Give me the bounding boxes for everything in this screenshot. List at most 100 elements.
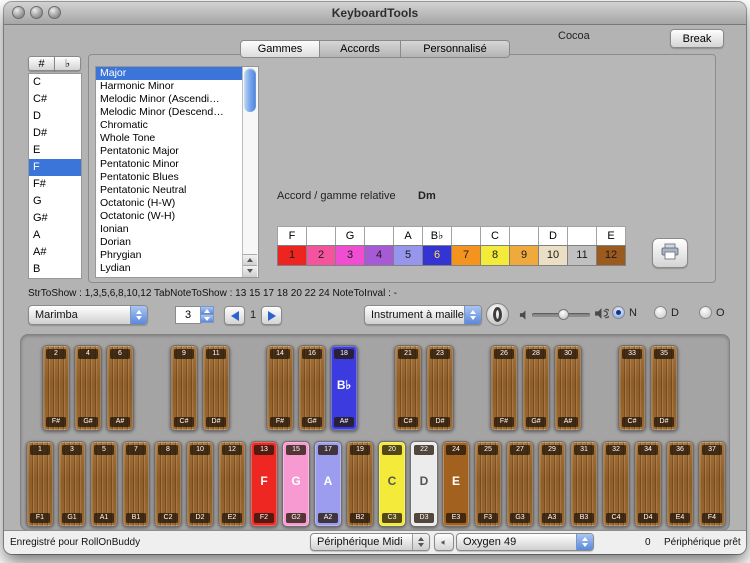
keyboard-bar-cs[interactable]: 21 C# xyxy=(394,345,422,431)
radio-d[interactable] xyxy=(654,306,667,319)
bar-number-label: 20 xyxy=(382,445,402,455)
instrument-popup[interactable]: Marimba xyxy=(28,305,148,325)
break-button[interactable]: Break xyxy=(670,29,724,48)
note-list-item[interactable]: E xyxy=(29,142,81,159)
note-list-item[interactable]: D xyxy=(29,108,81,125)
scale-list-item[interactable]: Whole Tone xyxy=(96,132,242,145)
sharp-button[interactable]: # xyxy=(28,56,55,71)
keyboard-bar-as[interactable]: 6 A# xyxy=(106,345,134,431)
note-list-item[interactable]: G# xyxy=(29,210,81,227)
print-button[interactable] xyxy=(652,238,688,268)
bar-note-label: G# xyxy=(526,417,546,427)
bar-note-label: G1 xyxy=(62,513,82,523)
device-select-popup[interactable]: Oxygen 49 xyxy=(456,533,594,551)
scale-list-item[interactable]: Lydian xyxy=(96,262,242,275)
scale-list-item[interactable]: Phrygian xyxy=(96,249,242,262)
keyboard-bar-b3[interactable]: 31 B3 xyxy=(570,441,598,527)
scale-list-scrollbar[interactable] xyxy=(242,67,258,277)
scale-degree-cell: 7 xyxy=(451,245,481,266)
bar-number-label: 8 xyxy=(158,445,178,455)
keyboard-bar-g2[interactable]: 15 G G2 xyxy=(282,441,310,527)
note-list-item[interactable]: F# xyxy=(29,176,81,193)
keyboard-bar-f3[interactable]: 25 F3 xyxy=(474,441,502,527)
note-list-item[interactable]: F xyxy=(29,159,81,176)
sound-toggle-button[interactable] xyxy=(486,303,509,326)
scale-list-item[interactable]: Ionian xyxy=(96,223,242,236)
note-list-item[interactable]: D# xyxy=(29,125,81,142)
scale-list-item[interactable]: Dorian xyxy=(96,236,242,249)
midi-sound-button[interactable] xyxy=(434,533,454,551)
keyboard-bar-fs[interactable]: 14 F# xyxy=(266,345,294,431)
keyboard-bar-f1[interactable]: 1 F1 xyxy=(26,441,54,527)
scale-list-item[interactable]: Octatonic (H-W) xyxy=(96,197,242,210)
keyboard-bar-c2[interactable]: 8 C2 xyxy=(154,441,182,527)
keyboard-bar-ds[interactable]: 35 D# xyxy=(650,345,678,431)
scale-list-item[interactable]: Pentatonic Blues xyxy=(96,171,242,184)
scroll-down-button[interactable] xyxy=(243,265,257,277)
keyboard-bar-e4[interactable]: 36 E4 xyxy=(666,441,694,527)
radio-n[interactable] xyxy=(612,306,625,319)
midi-popup-label: Périphérique Midi xyxy=(317,536,403,548)
mallet-instrument-popup[interactable]: Instrument à maillet xyxy=(364,305,482,325)
stepper-down-button[interactable] xyxy=(200,314,214,323)
note-list-item[interactable]: B xyxy=(29,261,81,278)
scale-list-item[interactable]: Melodic Minor (Descend… xyxy=(96,106,242,119)
keyboard-bar-d4[interactable]: 34 D4 xyxy=(634,441,662,527)
keyboard-bar-d2[interactable]: 10 D2 xyxy=(186,441,214,527)
keyboard-bar-ds[interactable]: 23 D# xyxy=(426,345,454,431)
keyboard-bar-a1[interactable]: 5 A1 xyxy=(90,441,118,527)
popup-arrows-icon xyxy=(464,306,481,324)
minimize-button[interactable] xyxy=(30,6,43,19)
keyboard-bar-b1[interactable]: 7 B1 xyxy=(122,441,150,527)
keyboard-bar-gs[interactable]: 16 G# xyxy=(298,345,326,431)
scale-list-item[interactable]: Chromatic xyxy=(96,119,242,132)
scale-list-item[interactable]: Pentatonic Minor xyxy=(96,158,242,171)
scrollbar-thumb[interactable] xyxy=(244,68,256,112)
keyboard-bar-e3[interactable]: 24 E E3 xyxy=(442,441,470,527)
tab-gammes[interactable]: Gammes xyxy=(240,40,320,58)
keyboard-bar-a2[interactable]: 17 A A2 xyxy=(314,441,342,527)
note-list-item[interactable]: A xyxy=(29,227,81,244)
scale-list-item[interactable]: Melodic Minor (Ascendi… xyxy=(96,93,242,106)
scale-list-item[interactable]: Harmonic Minor xyxy=(96,80,242,93)
close-button[interactable] xyxy=(12,6,25,19)
keyboard-bar-g3[interactable]: 27 G3 xyxy=(506,441,534,527)
scale-list-item[interactable]: Major xyxy=(96,67,242,80)
keyboard-bar-as[interactable]: 18 B♭ A# xyxy=(330,345,358,431)
zoom-button[interactable] xyxy=(48,6,61,19)
keyboard-bar-gs[interactable]: 28 G# xyxy=(522,345,550,431)
flat-button[interactable]: ♭ xyxy=(54,56,81,71)
note-list-item[interactable]: A# xyxy=(29,244,81,261)
volume-slider[interactable] xyxy=(532,309,590,320)
keyboard-bar-f2[interactable]: 13 F F2 xyxy=(250,441,278,527)
keyboard-bar-c3[interactable]: 20 C C3 xyxy=(378,441,406,527)
keyboard-bar-g1[interactable]: 3 G1 xyxy=(58,441,86,527)
keyboard-bar-cs[interactable]: 9 C# xyxy=(170,345,198,431)
keyboard-bar-gs[interactable]: 4 G# xyxy=(74,345,102,431)
keyboard-bar-fs[interactable]: 2 F# xyxy=(42,345,70,431)
keyboard-bar-as[interactable]: 30 A# xyxy=(554,345,582,431)
tab-personnalise[interactable]: Personnalisé xyxy=(400,40,510,58)
tab-accords[interactable]: Accords xyxy=(319,40,401,58)
scale-list-item[interactable]: Pentatonic Major xyxy=(96,145,242,158)
keyboard-bar-fs[interactable]: 26 F# xyxy=(490,345,518,431)
scale-list-item[interactable]: Octatonic (W-H) xyxy=(96,210,242,223)
note-list-item[interactable]: C# xyxy=(29,91,81,108)
keyboard-bar-f4[interactable]: 37 F4 xyxy=(698,441,726,527)
keyboard-bar-cs[interactable]: 33 C# xyxy=(618,345,646,431)
note-list-item[interactable]: G xyxy=(29,193,81,210)
registered-label: Enregistré pour RollOnBuddy xyxy=(10,537,141,548)
next-page-button[interactable] xyxy=(261,306,282,325)
scale-list-item[interactable]: Pentatonic Neutral xyxy=(96,184,242,197)
keyboard-bar-c4[interactable]: 32 C4 xyxy=(602,441,630,527)
keyboard-bar-ds[interactable]: 11 D# xyxy=(202,345,230,431)
keyboard-bar-e2[interactable]: 12 E2 xyxy=(218,441,246,527)
keyboard-bar-d3[interactable]: 22 D D3 xyxy=(410,441,438,527)
prev-page-button[interactable] xyxy=(224,306,245,325)
volume-slider-thumb[interactable] xyxy=(558,309,569,320)
note-list-item[interactable]: C xyxy=(29,74,81,91)
keyboard-bar-b2[interactable]: 19 B2 xyxy=(346,441,374,527)
radio-o[interactable] xyxy=(699,306,712,319)
keyboard-bar-a3[interactable]: 29 A3 xyxy=(538,441,566,527)
midi-device-popup[interactable]: Périphérique Midi xyxy=(310,533,430,551)
